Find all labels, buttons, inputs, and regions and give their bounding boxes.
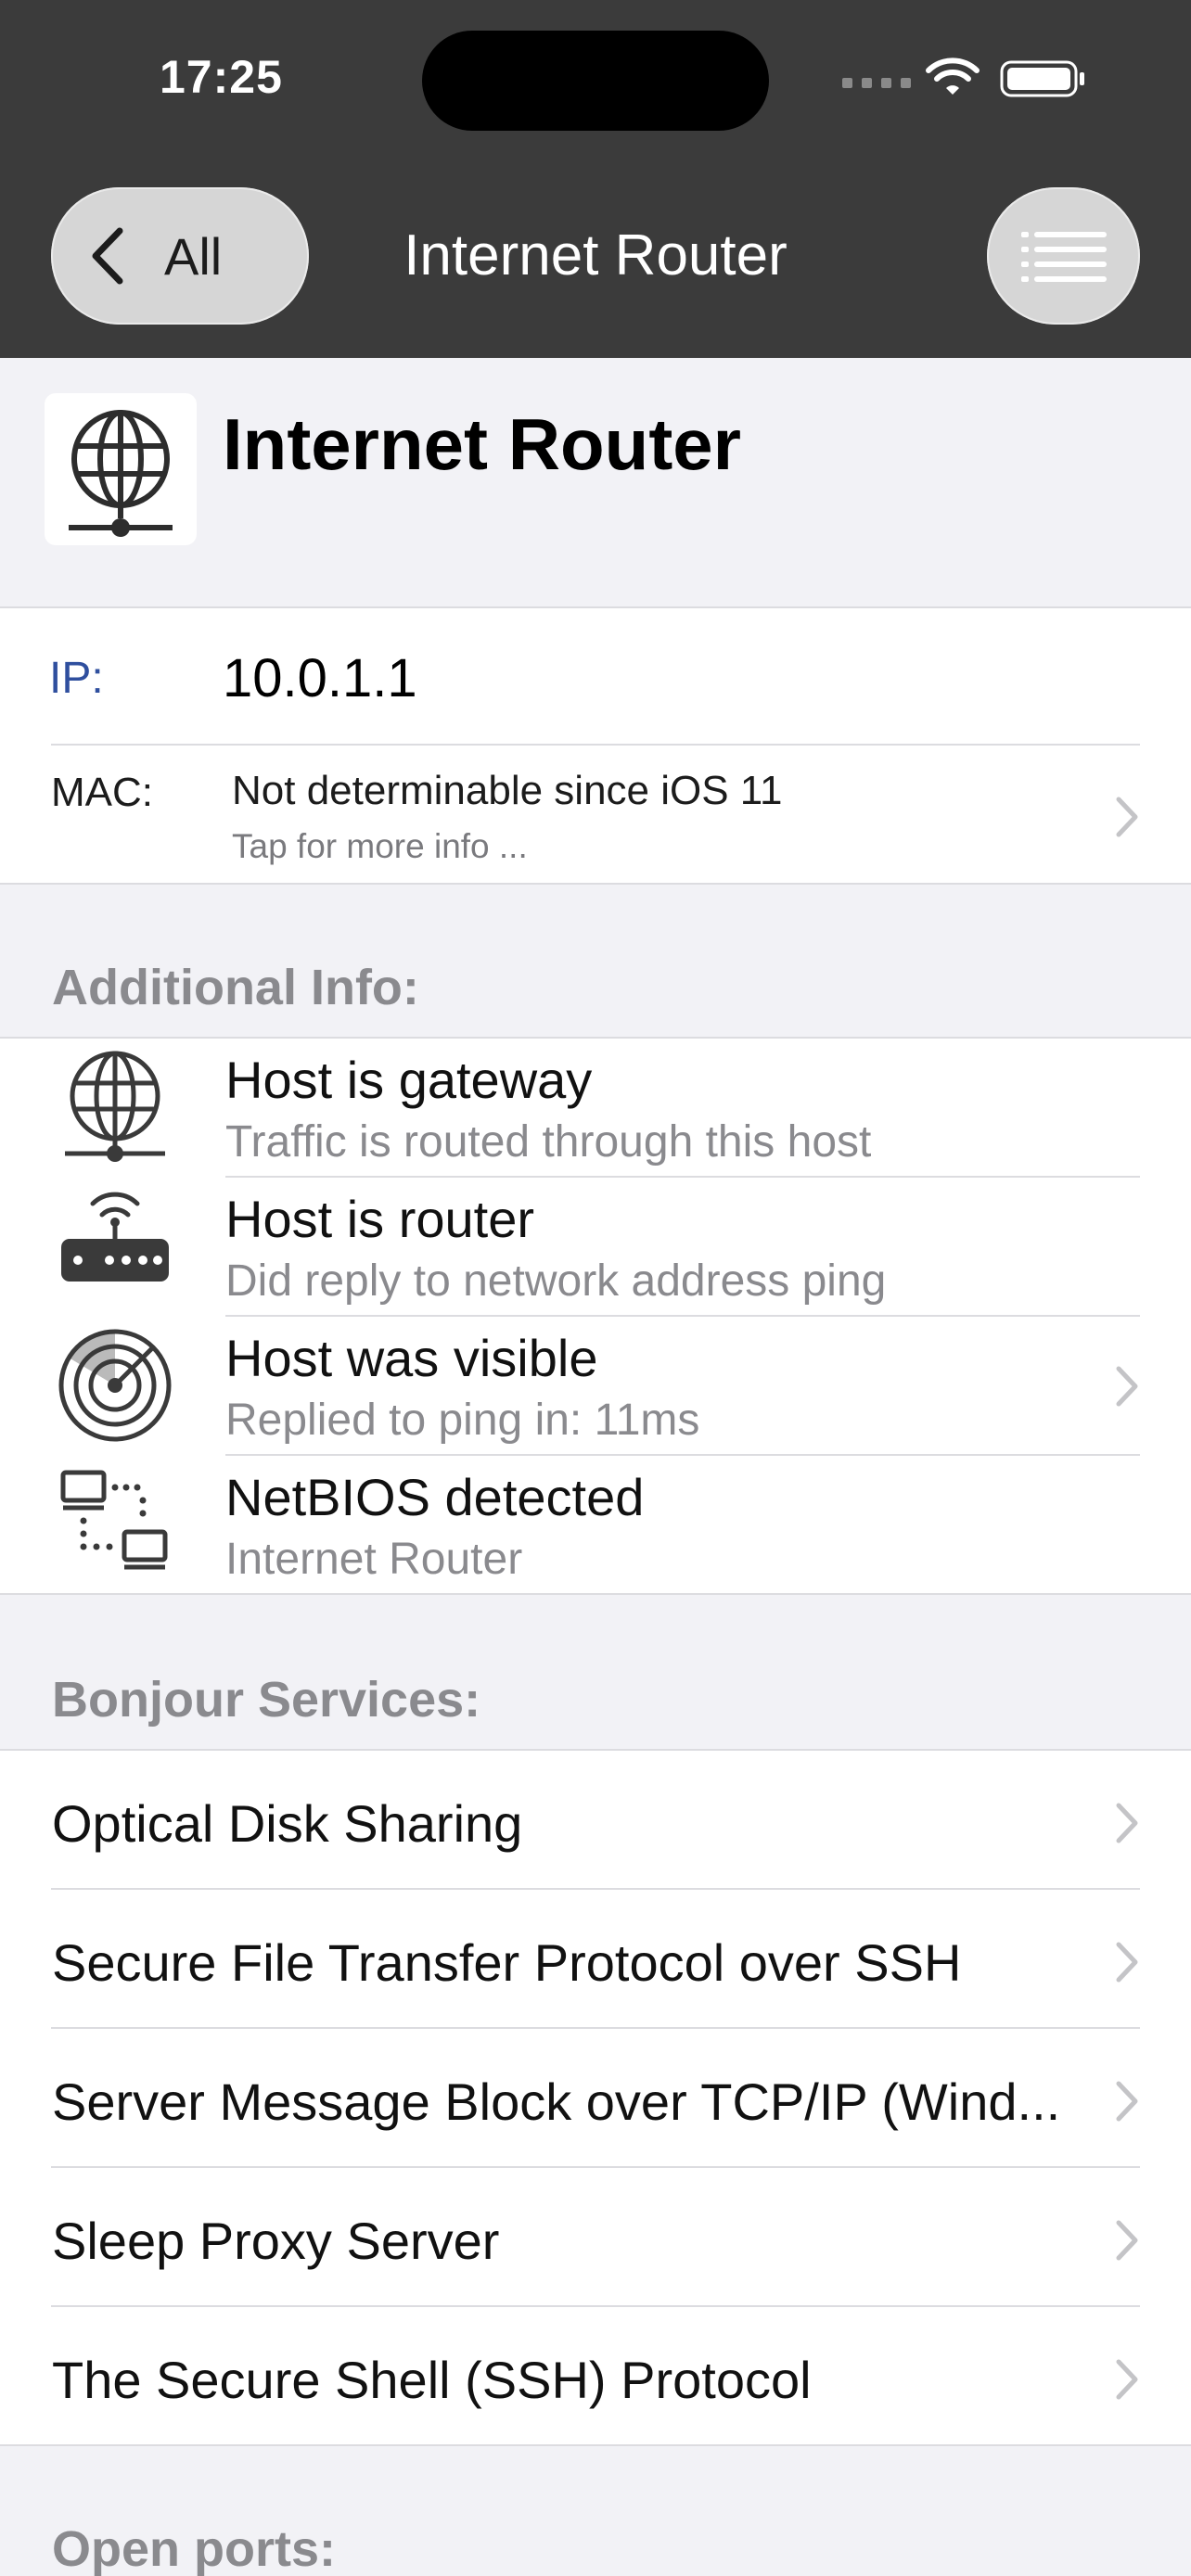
service-sftp-ssh[interactable]: Secure File Transfer Protocol over SSH — [52, 1932, 961, 1993]
additional-info-section: Host is gateway Traffic is routed throug… — [0, 1037, 1191, 1595]
chevron-right-icon — [1116, 2081, 1138, 2122]
mac-label: MAC: — [51, 770, 153, 815]
info-row-netbios: NetBIOS detected Internet Router — [0, 1456, 1191, 1595]
list-menu-icon — [1020, 232, 1107, 282]
router-icon — [61, 1192, 169, 1282]
status-time: 17:25 — [160, 51, 283, 103]
ip-value: 10.0.1.1 — [223, 648, 417, 708]
battery-icon — [1000, 60, 1084, 97]
bonjour-services-section: Optical Disk Sharing Secure File Transfe… — [0, 1749, 1191, 2446]
chevron-right-icon — [1116, 797, 1138, 837]
divider — [51, 1888, 1140, 1890]
info-subtitle: Replied to ping in: 11ms — [225, 1396, 700, 1445]
service-smb[interactable]: Server Message Block over TCP/IP (Wind..… — [52, 2072, 1060, 2132]
info-subtitle: Internet Router — [225, 1535, 523, 1584]
additional-info-header: Additional Info: — [52, 960, 419, 1015]
info-subtitle: Did reply to network address ping — [225, 1256, 887, 1306]
menu-button[interactable] — [987, 187, 1140, 325]
device-title: Internet Router — [223, 403, 742, 485]
mac-value: Not determinable since iOS 11 — [232, 768, 783, 813]
info-title: Host is gateway — [225, 1051, 593, 1109]
dynamic-island — [422, 31, 769, 131]
address-section: IP: 10.0.1.1 MAC: Not determinable since… — [0, 606, 1191, 885]
globe-network-icon — [69, 410, 173, 537]
divider — [51, 744, 1140, 746]
cellular-signal-icon — [842, 78, 911, 88]
chevron-right-icon — [1116, 2220, 1138, 2261]
info-title: Host is router — [225, 1190, 534, 1248]
divider — [51, 2305, 1140, 2307]
ip-label: IP: — [49, 654, 104, 703]
bonjour-services-header: Bonjour Services: — [52, 1672, 481, 1728]
info-row-gateway: Host is gateway Traffic is routed throug… — [0, 1039, 1191, 1178]
chevron-right-icon — [1116, 1942, 1138, 1983]
divider — [51, 2166, 1140, 2168]
mac-hint: Tap for more info ... — [232, 827, 528, 865]
service-ssh[interactable]: The Secure Shell (SSH) Protocol — [52, 2350, 812, 2410]
radar-icon — [58, 1329, 172, 1442]
info-subtitle: Traffic is routed through this host — [225, 1117, 872, 1167]
globe-network-icon — [65, 1051, 165, 1162]
info-row-visible[interactable]: Host was visible Replied to ping in: 11m… — [0, 1317, 1191, 1456]
info-title: Host was visible — [225, 1329, 598, 1387]
divider — [51, 2027, 1140, 2029]
chevron-right-icon — [1116, 2359, 1138, 2400]
service-optical-disk-sharing[interactable]: Optical Disk Sharing — [52, 1793, 522, 1854]
info-title: NetBIOS detected — [225, 1468, 645, 1526]
device-icon — [45, 393, 197, 545]
wifi-icon — [926, 57, 980, 95]
open-ports-header: Open ports: — [52, 2521, 336, 2576]
chevron-right-icon — [1116, 1366, 1138, 1407]
network-computers-icon — [60, 1470, 168, 1570]
service-sleep-proxy[interactable]: Sleep Proxy Server — [52, 2211, 499, 2271]
nav-header: 17:25 All Internet Router — [0, 0, 1191, 358]
chevron-right-icon — [1116, 1803, 1138, 1843]
info-row-router: Host is router Did reply to network addr… — [0, 1178, 1191, 1317]
